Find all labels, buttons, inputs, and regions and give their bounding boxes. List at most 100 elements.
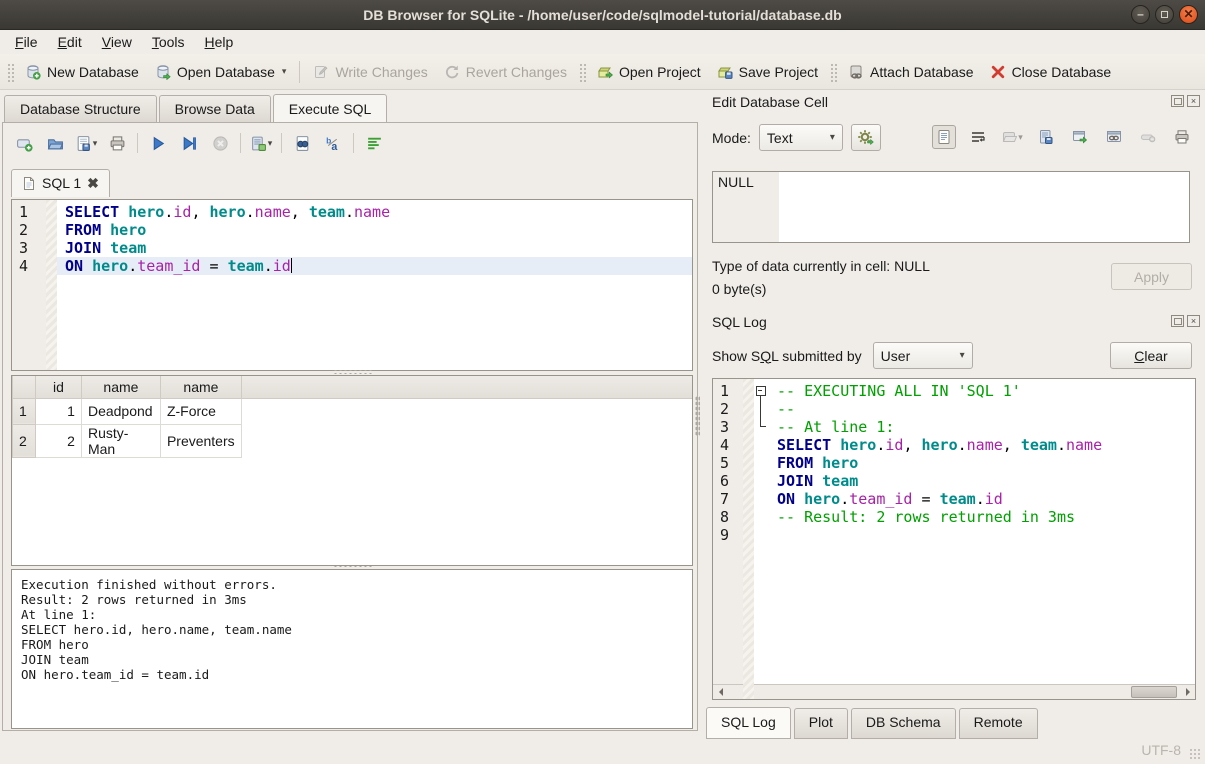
menu-file[interactable]: File — [5, 31, 48, 53]
submitted-by-combobox[interactable]: User ▾ — [873, 342, 973, 369]
project-save-icon — [717, 64, 733, 80]
open-file-icon — [47, 135, 64, 152]
dock-tab-sql-log[interactable]: SQL Log — [706, 707, 791, 739]
scrollbar-thumb[interactable] — [1131, 686, 1177, 698]
mode-combobox[interactable]: Text ▾ — [759, 124, 843, 151]
open-project-button[interactable]: Open Project — [589, 60, 709, 84]
table-row[interactable]: 22Rusty-ManPreventers — [13, 424, 693, 457]
apply-button[interactable]: Apply — [1111, 263, 1192, 290]
row-header[interactable]: 2 — [13, 424, 36, 457]
show-sql-submitted-by-label: Show SQL submitted by — [712, 348, 862, 364]
sql-doc-tab[interactable]: SQL 1 ✖ — [11, 169, 110, 197]
execute-current-line-button[interactable] — [178, 132, 200, 154]
format-sql-button[interactable] — [363, 132, 385, 154]
dock-tab-plot[interactable]: Plot — [794, 708, 848, 739]
fold-marker[interactable] — [754, 382, 769, 400]
revert-changes-button[interactable]: Revert Changes — [436, 60, 575, 84]
save-project-button[interactable]: Save Project — [709, 60, 826, 84]
print-sql-button[interactable] — [106, 132, 128, 154]
dock-tab-remote[interactable]: Remote — [959, 708, 1038, 739]
tab-execute-sql[interactable]: Execute SQL — [273, 94, 388, 122]
open-database-button[interactable]: Open Database▾ — [147, 60, 295, 84]
line-number: 2 — [713, 400, 743, 418]
table-cell[interactable]: Rusty-Man — [81, 424, 160, 457]
replace-in-sql-button[interactable]: ba — [322, 132, 344, 154]
menu-help[interactable]: Help — [195, 31, 244, 53]
maximize-button[interactable] — [1155, 5, 1174, 24]
close-database-label: Close Database — [1012, 64, 1112, 80]
sql-editor[interactable]: 1SELECT hero.id, hero.name, team.name2FR… — [11, 199, 693, 371]
open-url-button[interactable] — [1102, 125, 1126, 149]
main-toolbar: New DatabaseOpen Database▾ Write ChangesR… — [0, 54, 1205, 90]
toolbar-drag-handle[interactable] — [578, 62, 586, 82]
cell-value-editor[interactable]: NULL — [712, 171, 1190, 243]
attach-database-button[interactable]: Attach Database — [840, 60, 982, 84]
chevron-down-icon[interactable]: ▾ — [268, 138, 273, 149]
open-sql-file-button[interactable] — [44, 132, 66, 154]
float-dock-icon[interactable] — [1171, 95, 1184, 107]
column-header-id[interactable]: id — [35, 376, 81, 398]
code-line: 7ON hero.team_id = team.id — [713, 490, 1195, 508]
toolbar-drag-handle[interactable] — [6, 62, 14, 82]
minimize-button[interactable]: – — [1131, 5, 1150, 24]
column-header-name[interactable]: name — [160, 376, 241, 398]
window-controls: – ✕ — [1131, 5, 1198, 24]
chevron-down-icon[interactable]: ▾ — [93, 138, 98, 149]
horizontal-scrollbar[interactable] — [713, 684, 1195, 699]
menu-edit[interactable]: Edit — [48, 31, 92, 53]
splitter-editor-results[interactable] — [333, 369, 373, 374]
dock-tab-db-schema[interactable]: DB Schema — [851, 708, 956, 739]
find-in-sql-button[interactable] — [291, 132, 313, 154]
table-cell[interactable]: 1 — [35, 398, 81, 424]
toolbar-separator — [137, 133, 138, 153]
close-database-button[interactable]: Close Database — [982, 60, 1120, 84]
ext-window-icon — [1072, 129, 1088, 145]
menu-tools[interactable]: Tools — [142, 31, 195, 53]
splitter-main[interactable] — [695, 396, 700, 436]
table-row[interactable]: 11DeadpondZ-Force — [13, 398, 693, 424]
word-wrap-button[interactable] — [966, 125, 990, 149]
window-title: DB Browser for SQLite - /home/user/code/… — [363, 7, 841, 23]
open-in-external-button[interactable] — [1068, 125, 1092, 149]
code-line: 3-- At line 1: — [713, 418, 1195, 436]
table-cell[interactable]: 2 — [35, 424, 81, 457]
save-results-button[interactable]: ▾ — [250, 132, 272, 154]
table-cell[interactable]: Deadpond — [81, 398, 160, 424]
new-database-button[interactable]: New Database — [17, 60, 147, 84]
corner-header[interactable] — [13, 376, 36, 398]
float-dock-icon[interactable] — [1171, 315, 1184, 327]
left-panel: Database StructureBrowse DataExecute SQL… — [0, 91, 700, 764]
new-sql-tab-button[interactable] — [13, 132, 35, 154]
column-header-name[interactable]: name — [81, 376, 160, 398]
close-button[interactable]: ✕ — [1179, 5, 1198, 24]
resize-grip[interactable] — [1189, 748, 1202, 761]
text-mode-button[interactable] — [932, 125, 956, 149]
menu-view[interactable]: View — [92, 31, 142, 53]
toolbar-drag-handle[interactable] — [829, 62, 837, 82]
close-dock-icon[interactable]: × — [1187, 95, 1200, 107]
set-null-button[interactable] — [1136, 125, 1160, 149]
scroll-left-icon[interactable] — [713, 685, 728, 699]
clear-log-button[interactable]: Clear — [1110, 342, 1192, 369]
execute-all-button[interactable] — [147, 132, 169, 154]
close-sql-tab-icon[interactable]: ✖ — [87, 177, 99, 189]
table-cell[interactable]: Preventers — [160, 424, 241, 457]
tab-database-structure[interactable]: Database Structure — [4, 95, 157, 122]
print-cell-button[interactable] — [1170, 125, 1194, 149]
open-gray-icon — [1001, 129, 1017, 145]
line-number: 2 — [12, 221, 46, 239]
import-from-file-button[interactable]: ▾ — [1000, 125, 1024, 149]
toolbar-separator — [240, 133, 241, 153]
close-dock-icon[interactable]: × — [1187, 315, 1200, 327]
table-cell[interactable]: Z-Force — [160, 398, 241, 424]
tab-browse-data[interactable]: Browse Data — [159, 95, 271, 122]
export-to-file-button[interactable] — [1034, 125, 1058, 149]
save-sql-file-button[interactable]: ▾ — [75, 132, 97, 154]
stop-execution-button[interactable] — [209, 132, 231, 154]
auto-apply-button[interactable] — [851, 124, 881, 151]
scroll-right-icon[interactable] — [1180, 685, 1195, 699]
sql-log-view[interactable]: 1-- EXECUTING ALL IN 'SQL 1'2--3-- At li… — [712, 378, 1196, 700]
chevron-down-icon[interactable]: ▾ — [282, 66, 287, 77]
write-changes-button[interactable]: Write Changes — [305, 60, 435, 84]
row-header[interactable]: 1 — [13, 398, 36, 424]
